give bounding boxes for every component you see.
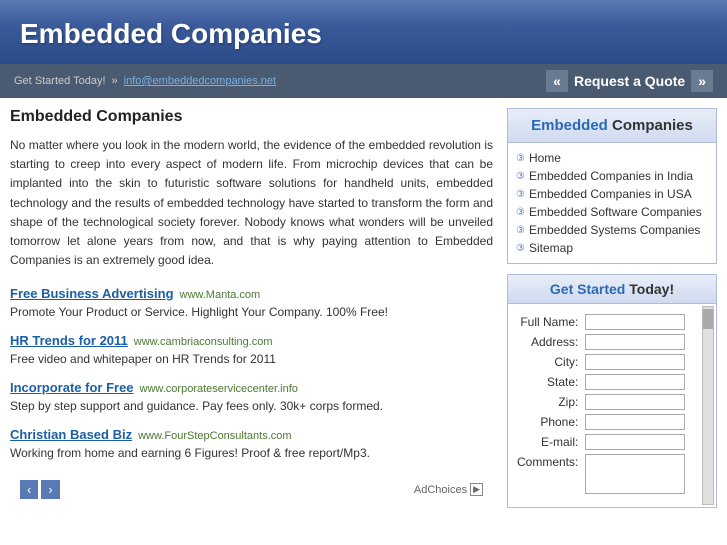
ad-item: Christian Based Biz www.FourStepConsultan… bbox=[10, 427, 493, 462]
right-sidebar: Embedded Companies ③ Home ③ Embedded Compa… bbox=[507, 108, 717, 508]
sidebar-brand-header: Embedded Companies bbox=[507, 108, 717, 143]
site-title: Embedded Companies bbox=[20, 18, 707, 50]
ad-title-link[interactable]: Incorporate for Free bbox=[10, 380, 134, 395]
ad-item: Incorporate for Free www.corporateservice… bbox=[10, 380, 493, 415]
ad-title-link[interactable]: HR Trends for 2011 bbox=[10, 333, 128, 348]
get-started-rest: Today! bbox=[625, 281, 674, 297]
bullet-icon: ③ bbox=[516, 243, 525, 254]
bullet-icon: ③ bbox=[516, 171, 525, 182]
bottom-bar: ‹ › AdChoices ▶ bbox=[10, 474, 493, 505]
zip-input[interactable] bbox=[585, 394, 685, 410]
left-content: Embedded Companies No matter where you l… bbox=[10, 108, 493, 508]
request-quote-label: Request a Quote bbox=[574, 73, 685, 89]
sidebar-nav-link[interactable]: Embedded Companies in USA bbox=[529, 187, 692, 201]
sidebar-nav-list: ③ Home ③ Embedded Companies in India ③ Embe… bbox=[516, 149, 708, 257]
sidebar-nav-item: ③ Home bbox=[516, 149, 708, 167]
form-row: Full Name: bbox=[514, 312, 710, 332]
form-label: E-mail: bbox=[514, 432, 583, 452]
sidebar-nav-item: ③ Sitemap bbox=[516, 239, 708, 257]
contact-form: Full Name: Address: City: State: Zip: bbox=[514, 312, 710, 499]
form-row: Comments: bbox=[514, 452, 710, 499]
form-label: Comments: bbox=[514, 452, 583, 499]
form-label: Phone: bbox=[514, 412, 583, 432]
bottom-nav-arrows: ‹ › bbox=[20, 480, 60, 499]
intro-paragraph: No matter where you look in the modern w… bbox=[10, 136, 493, 270]
sidebar-nav-link[interactable]: Embedded Companies in India bbox=[529, 169, 693, 183]
page-title: Embedded Companies bbox=[10, 108, 493, 126]
ad-description: Step by step support and guidance. Pay f… bbox=[10, 397, 493, 415]
ad-source: www.corporateservicecenter.info bbox=[140, 383, 298, 395]
form-row: City: bbox=[514, 352, 710, 372]
get-started-em: Get Started bbox=[550, 281, 625, 297]
phone-input[interactable] bbox=[585, 414, 685, 430]
form-row: State: bbox=[514, 372, 710, 392]
header: Embedded Companies bbox=[0, 0, 727, 64]
ad-description: Free video and whitepaper on HR Trends f… bbox=[10, 350, 493, 368]
ad-item: Free Business Advertising www.Manta.com P… bbox=[10, 286, 493, 321]
next-arrow-button[interactable]: › bbox=[41, 480, 59, 499]
form-area: Full Name: Address: City: State: Zip: bbox=[507, 304, 717, 508]
get-started-label: Get Started Today! bbox=[14, 75, 106, 87]
bullet-icon: ③ bbox=[516, 189, 525, 200]
adchoices-icon: ▶ bbox=[470, 483, 483, 496]
ad-description: Working from home and earning 6 Figures!… bbox=[10, 444, 493, 462]
full-name-input[interactable] bbox=[585, 314, 685, 330]
comments-textarea[interactable] bbox=[585, 454, 685, 494]
sidebar-nav: ③ Home ③ Embedded Companies in India ③ Embe… bbox=[507, 143, 717, 264]
form-label: Address: bbox=[514, 332, 583, 352]
sidebar-nav-link[interactable]: Home bbox=[529, 151, 561, 165]
form-label: City: bbox=[514, 352, 583, 372]
toolbar: Get Started Today! » info@embeddedcompan… bbox=[0, 64, 727, 98]
form-row: E-mail: bbox=[514, 432, 710, 452]
form-row: Phone: bbox=[514, 412, 710, 432]
scrollbar-track[interactable] bbox=[702, 306, 714, 505]
bullet-icon: ③ bbox=[516, 153, 525, 164]
city-input[interactable] bbox=[585, 354, 685, 370]
sidebar-nav-item: ③ Embedded Companies in India bbox=[516, 167, 708, 185]
email-link[interactable]: info@embeddedcompanies.net bbox=[124, 75, 276, 87]
form-row: Zip: bbox=[514, 392, 710, 412]
get-started-header: Get Started Today! bbox=[507, 274, 717, 304]
chevron-left-button[interactable]: « bbox=[546, 70, 568, 92]
address-input[interactable] bbox=[585, 334, 685, 350]
form-label: Zip: bbox=[514, 392, 583, 412]
ad-title-link[interactable]: Free Business Advertising bbox=[10, 286, 174, 301]
form-row: Address: bbox=[514, 332, 710, 352]
prev-arrow-button[interactable]: ‹ bbox=[20, 480, 38, 499]
main-container: Embedded Companies No matter where you l… bbox=[0, 98, 727, 508]
state-input[interactable] bbox=[585, 374, 685, 390]
ad-description: Promote Your Product or Service. Highlig… bbox=[10, 303, 493, 321]
ad-item: HR Trends for 2011 www.cambriaconsulting.… bbox=[10, 333, 493, 368]
sidebar-nav-item: ③ Embedded Software Companies bbox=[516, 203, 708, 221]
email-input[interactable] bbox=[585, 434, 685, 450]
sidebar-nav-link[interactable]: Embedded Software Companies bbox=[529, 205, 702, 219]
ad-list: Free Business Advertising www.Manta.com P… bbox=[10, 286, 493, 462]
toolbar-separator: » bbox=[112, 75, 118, 87]
sidebar-brand-em: Embedded bbox=[531, 117, 608, 134]
chevron-right-button[interactable]: » bbox=[691, 70, 713, 92]
ad-source: www.Manta.com bbox=[180, 289, 261, 301]
form-label: Full Name: bbox=[514, 312, 583, 332]
sidebar-nav-link[interactable]: Embedded Systems Companies bbox=[529, 223, 700, 237]
sidebar-nav-item: ③ Embedded Companies in USA bbox=[516, 185, 708, 203]
bullet-icon: ③ bbox=[516, 207, 525, 218]
ad-title-link[interactable]: Christian Based Biz bbox=[10, 427, 132, 442]
sidebar-nav-item: ③ Embedded Systems Companies bbox=[516, 221, 708, 239]
toolbar-left: Get Started Today! » info@embeddedcompan… bbox=[14, 75, 276, 87]
toolbar-right: « Request a Quote » bbox=[546, 70, 713, 92]
form-label: State: bbox=[514, 372, 583, 392]
sidebar-brand-rest: Companies bbox=[608, 117, 693, 134]
adchoices-label: AdChoices ▶ bbox=[414, 483, 483, 496]
scrollbar-thumb bbox=[703, 309, 713, 329]
ad-source: www.FourStepConsultants.com bbox=[138, 430, 291, 442]
sidebar-nav-link[interactable]: Sitemap bbox=[529, 241, 573, 255]
bullet-icon: ③ bbox=[516, 225, 525, 236]
ad-source: www.cambriaconsulting.com bbox=[134, 336, 273, 348]
